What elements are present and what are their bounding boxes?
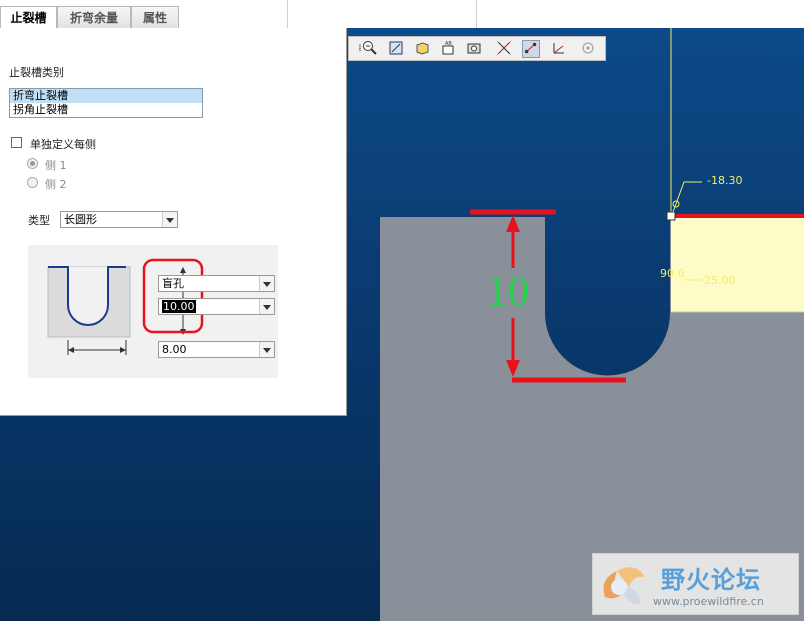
width-value-text: 8.00 xyxy=(162,343,187,356)
chevron-down-icon xyxy=(259,299,274,314)
highlighted-face xyxy=(671,217,804,312)
refit-icon[interactable] xyxy=(387,40,405,58)
annotation-depth-label: 10 xyxy=(487,269,529,315)
drag-handle xyxy=(666,211,676,221)
tab-bend-allowance[interactable]: 折弯余量 xyxy=(57,6,131,28)
depth-value-input[interactable]: 10.00 xyxy=(158,298,275,315)
side1-radio[interactable] xyxy=(27,158,38,169)
define-each-side-label: 单独定义每侧 xyxy=(30,138,96,151)
chevron-down-icon xyxy=(162,212,177,227)
relief-panel: 止裂槽类别 折弯止裂槽 拐角止裂槽 单独定义每侧 侧 1 侧 2 类型 长圆形 … xyxy=(0,28,347,416)
camera-icon[interactable] xyxy=(465,40,483,58)
dimension-length[interactable]: 25.00 xyxy=(704,274,736,287)
side2-label: 侧 2 xyxy=(45,178,67,191)
depth-value-text: 10.00 xyxy=(162,300,196,313)
width-value-input[interactable]: 8.00 xyxy=(158,341,275,358)
tab-relief[interactable]: 止裂槽 xyxy=(0,6,57,29)
dimension-offset[interactable]: -18.30 xyxy=(707,174,742,187)
orient-icon[interactable] xyxy=(413,40,431,58)
watermark-title: 野火论坛 xyxy=(661,566,761,594)
define-each-side-checkbox[interactable] xyxy=(11,137,22,148)
relief-category-list[interactable]: 折弯止裂槽 拐角止裂槽 xyxy=(9,88,203,118)
side1-label: 侧 1 xyxy=(45,159,67,172)
named-view-icon[interactable]: AB xyxy=(439,40,457,58)
svg-text:AB: AB xyxy=(445,41,452,47)
zoom-out-icon[interactable] xyxy=(361,40,379,58)
spin-center-icon[interactable] xyxy=(579,40,597,58)
type-select[interactable]: 长圆形 xyxy=(60,211,178,228)
side2-radio[interactable] xyxy=(27,177,38,188)
watermark-url: www.proewildfire.cn xyxy=(653,595,764,608)
datum-axes-icon[interactable] xyxy=(495,40,513,58)
forum-watermark: 野火论坛 www.proewildfire.cn xyxy=(592,553,799,615)
type-label: 类型 xyxy=(28,214,50,227)
coord-sys-icon[interactable] xyxy=(550,40,568,58)
relief-category-label: 止裂槽类别 xyxy=(9,66,64,79)
depth-type-value: 盲孔 xyxy=(162,277,184,290)
datum-points-icon[interactable] xyxy=(522,40,540,58)
list-item-corner-relief[interactable]: 拐角止裂槽 xyxy=(10,103,202,117)
list-item-bend-relief[interactable]: 折弯止裂槽 xyxy=(10,89,202,103)
type-select-value: 长圆形 xyxy=(64,213,97,226)
tab-properties[interactable]: 属性 xyxy=(131,6,179,28)
depth-type-select[interactable]: 盲孔 xyxy=(158,275,275,292)
dimension-angle[interactable]: 90.0 xyxy=(660,267,685,280)
relief-diagram: 盲孔 10.00 8.00 xyxy=(28,245,278,378)
tab-bar: 止裂槽 折弯余量 属性 xyxy=(0,0,804,29)
chevron-down-icon xyxy=(259,276,274,291)
chevron-down-icon xyxy=(259,342,274,357)
view-toolbar: ⁞ AB xyxy=(348,36,606,61)
wildfire-logo-icon xyxy=(603,567,645,604)
